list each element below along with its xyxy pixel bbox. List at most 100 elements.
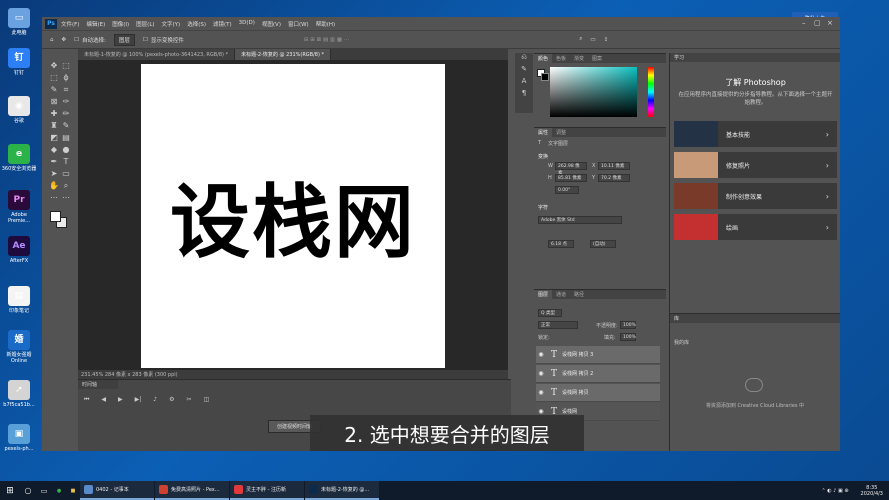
menu-item[interactable]: 编辑(E) — [86, 20, 105, 28]
search-icon[interactable]: ○ — [20, 481, 36, 500]
color-panel-tab[interactable]: 颜色 — [534, 54, 553, 63]
taskbar-app[interactable]: 免费高清照片 - Pex... — [155, 481, 229, 500]
eyedropper-icon[interactable]: ✑ — [61, 97, 71, 107]
background-swatch[interactable] — [541, 73, 549, 81]
path-select-icon[interactable]: ➤ — [49, 169, 59, 179]
libraries-tab[interactable]: 库 — [670, 314, 840, 323]
start-icon[interactable]: ⊞ — [0, 481, 20, 500]
first-frame-icon[interactable]: ⏮ — [84, 396, 89, 404]
menu-item[interactable]: 选择(S) — [187, 20, 206, 28]
quick-select-icon[interactable]: ✎ — [49, 85, 59, 95]
shape-tool-icon[interactable]: ▭ — [61, 169, 71, 179]
tray-icons[interactable]: ⌃ ◐ ♪ ▣ ⊕ — [822, 488, 849, 494]
prev-frame-icon[interactable]: ◀ — [101, 396, 106, 404]
foreground-color-icon[interactable] — [50, 211, 61, 222]
desktop-icon[interactable]: ➚ b7f5ca51b... — [0, 380, 38, 408]
layer-name[interactable]: 设栈网 拷贝 — [562, 389, 589, 396]
font-size-field[interactable]: 6.18 点 — [548, 240, 574, 248]
show-transform-checkbox[interactable]: ☐ — [143, 37, 148, 43]
task-view-icon[interactable]: ▭ — [36, 481, 52, 500]
fill-field[interactable]: 100% — [620, 333, 636, 341]
history-brush-icon[interactable]: ✎ — [61, 121, 71, 131]
document-tab[interactable]: 未标题-2-恢复的 @ 231%(RGB/8) * — [235, 49, 332, 60]
hand-tool-icon[interactable]: ✋ — [49, 181, 59, 191]
layer-row[interactable]: ◉ T 设栈网 拷贝 3 — [536, 346, 660, 364]
opacity-field[interactable]: 100% — [620, 321, 636, 329]
workspace-icon[interactable]: ▭ — [590, 37, 595, 43]
artboard-tool-icon[interactable]: ⬚ — [61, 61, 71, 71]
menu-item[interactable]: 图像(I) — [112, 20, 129, 28]
minimize-icon[interactable]: – — [802, 19, 806, 27]
align-icons[interactable]: ⊟ ⊞ ⊠ ▤ ▥ ▦ ⋯ — [304, 37, 349, 43]
gradient-tool-icon[interactable]: ▤ — [61, 133, 71, 143]
character-icon[interactable]: A — [515, 77, 533, 89]
desktop-icon[interactable]: 婚新婚女强婚 Online — [0, 330, 38, 364]
x-field[interactable]: 10.11 像素 — [598, 162, 630, 170]
type-tool-icon[interactable]: T — [61, 157, 71, 167]
leading-field[interactable]: (自动) — [590, 240, 616, 248]
crop-tool-icon[interactable]: ⌗ — [61, 85, 71, 95]
menu-item[interactable]: 帮助(H) — [316, 20, 335, 28]
next-frame-icon[interactable]: ▶| — [135, 396, 142, 404]
layer-row[interactable]: ◉ T 设栈网 拷贝 — [536, 384, 660, 402]
visibility-eye-icon[interactable]: ◉ — [536, 389, 546, 396]
layers-tab[interactable]: 路径 — [570, 290, 588, 299]
history-icon[interactable]: ⎌ — [515, 53, 533, 65]
search-icon[interactable]: ⌕ — [579, 36, 582, 43]
split-icon[interactable]: ✂ — [187, 396, 192, 404]
zoom-tool-icon[interactable]: ⌕ — [61, 181, 71, 191]
menu-item[interactable]: 3D(D) — [239, 20, 255, 28]
taskbar-app[interactable]: 灵主不胖 - 注历新 — [230, 481, 304, 500]
menu-item[interactable]: 滤镜(T) — [213, 20, 232, 28]
desktop-icon[interactable]: Ae AfterFX — [0, 236, 38, 264]
layer-name[interactable]: 设栈网 — [562, 408, 577, 415]
pen-tool-icon[interactable]: ✒ — [49, 157, 59, 167]
angle-field[interactable]: 0.00° — [555, 186, 579, 194]
desktop-icon[interactable]: Pr Adobe Premie... — [0, 190, 38, 224]
maximize-icon[interactable]: ▢ — [814, 19, 821, 27]
learn-tab[interactable]: 学习 — [670, 53, 840, 62]
desktop-icon[interactable]: ◉ 谷歌 — [0, 96, 38, 124]
desktop-icon[interactable]: 钉钉钉 — [0, 48, 38, 76]
color-panel-tab[interactable]: 图案 — [588, 54, 606, 63]
font-family-dropdown[interactable]: Adobe 黑体 Std — [538, 216, 622, 224]
paragraph-icon[interactable]: ¶ — [515, 89, 533, 101]
marquee-tool-icon[interactable]: ⬚ — [49, 73, 59, 83]
layer-name[interactable]: 设栈网 拷贝 3 — [562, 351, 593, 358]
close-icon[interactable]: × — [827, 19, 833, 27]
menu-item[interactable]: 窗口(W) — [288, 20, 309, 28]
color-panel-tab[interactable]: 色板 — [552, 54, 570, 63]
home-icon[interactable]: ⌂ — [50, 37, 54, 43]
learn-card[interactable]: 修复照片 › — [674, 152, 837, 178]
desktop-icon[interactable]: e 360安全浏览器 — [0, 144, 38, 172]
menu-item[interactable]: 图层(L) — [136, 20, 154, 28]
layer-select-dropdown[interactable]: 图层 — [113, 33, 135, 46]
edit-toolbar-icon[interactable]: ⋯ — [61, 193, 71, 203]
move-tool-icon[interactable]: ✥ — [49, 61, 59, 71]
move-tool-icon[interactable]: ✥ — [62, 37, 67, 43]
visibility-eye-icon[interactable]: ◉ — [536, 351, 546, 358]
dodge-tool-icon[interactable]: ● — [61, 145, 71, 155]
frame-tool-icon[interactable]: ⊠ — [49, 97, 59, 107]
more-tools-icon[interactable]: ⋯ — [49, 193, 59, 203]
blend-mode-dropdown[interactable]: 正常 — [538, 321, 578, 329]
brush-tool-icon[interactable]: ✏ — [61, 109, 71, 119]
layers-tab[interactable]: 图层 — [534, 290, 553, 299]
menu-item[interactable]: 视图(V) — [262, 20, 281, 28]
library-dropdown[interactable]: 我的库 — [674, 339, 689, 346]
visibility-eye-icon[interactable]: ◉ — [536, 370, 546, 377]
transition-icon[interactable]: ◫ — [204, 396, 210, 404]
visibility-eye-icon[interactable]: ◉ — [536, 408, 546, 415]
layers-tab[interactable]: 通道 — [552, 290, 570, 299]
y-field[interactable]: 70.2 像素 — [598, 174, 630, 182]
taskbar-app[interactable]: 0402 - 记事本 — [80, 481, 154, 500]
clock[interactable]: 8:35 2020/4/3 — [861, 485, 883, 497]
eraser-icon[interactable]: ◩ — [49, 133, 59, 143]
hue-slider[interactable] — [648, 67, 654, 117]
auto-select-checkbox[interactable]: ☐ — [74, 37, 79, 43]
properties-tab[interactable]: 属性 — [534, 128, 553, 137]
timeline-tab[interactable]: 时间轴 — [78, 380, 118, 389]
layer-name[interactable]: 设栈网 拷贝 2 — [562, 370, 593, 377]
healing-brush-icon[interactable]: ✚ — [49, 109, 59, 119]
taskbar-app[interactable]: 未标题-2-恢复的 @... — [305, 481, 379, 500]
